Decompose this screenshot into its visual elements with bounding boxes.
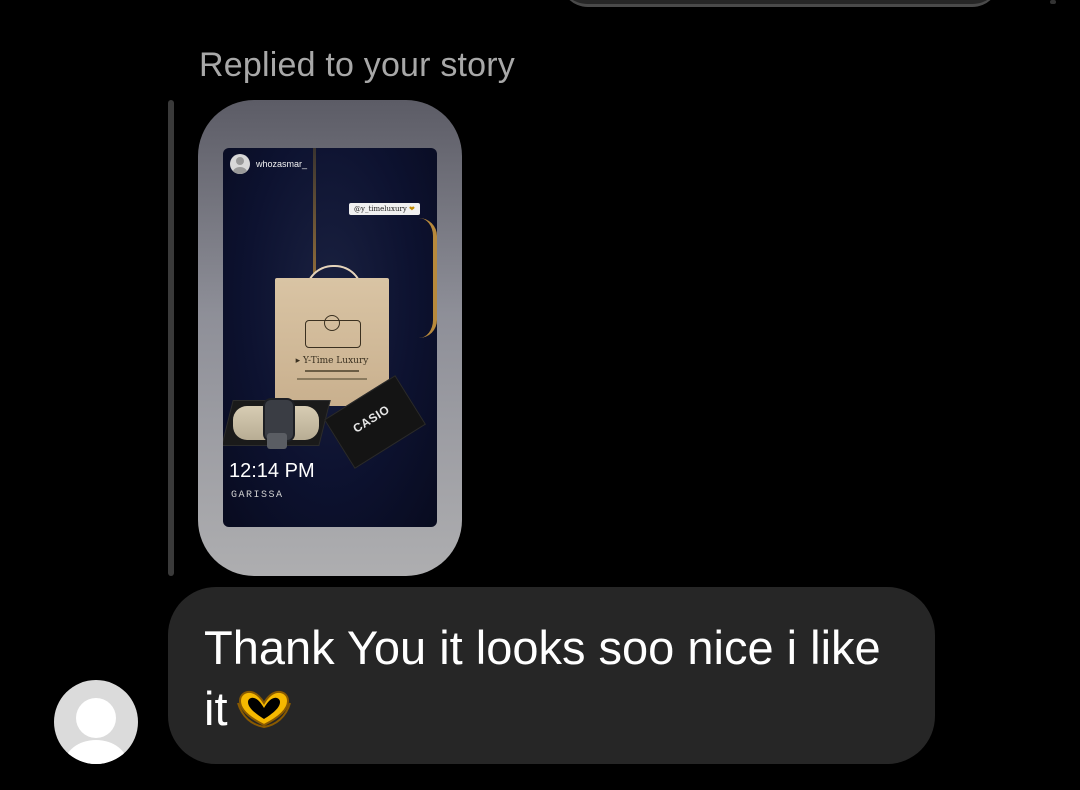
dm-thread: Replied to your story whozasmar_ @y_time… (0, 0, 1080, 790)
heart-hands-small-icon: ❤ (409, 205, 415, 213)
avatar-head (76, 698, 116, 738)
shopping-bag: ▸ Y-Time Luxury (275, 278, 389, 406)
scroll-indicator (1050, 0, 1056, 4)
mention-text: @y_timeluxury (354, 205, 407, 213)
message-text: Thank You it looks soo nice i like it (204, 621, 881, 735)
story-reply-label: Replied to your story (199, 46, 516, 84)
story-username: whozasmar_ (256, 159, 308, 169)
avatar-body (64, 740, 128, 764)
story-preview[interactable]: whozasmar_ @y_timeluxury ❤ ▸ Y-Time Luxu… (198, 100, 462, 576)
watch-band (267, 433, 287, 449)
bag-tagline (305, 370, 359, 372)
story-header: whozasmar_ (230, 154, 307, 174)
message-bubble[interactable]: Thank You it looks soo nice i like it (168, 587, 935, 764)
story-avatar-icon (230, 154, 250, 174)
sender-avatar[interactable] (54, 680, 138, 764)
story-image: whozasmar_ @y_timeluxury ❤ ▸ Y-Time Luxu… (223, 148, 437, 527)
watch-logo-icon (305, 315, 361, 348)
previous-message-bubble[interactable] (560, 0, 1000, 7)
lamp-pole (313, 148, 316, 273)
story-time-sticker: 12:14 PM (229, 460, 315, 482)
story-location: GARISSA (231, 490, 284, 501)
heart-hands-icon (236, 690, 291, 729)
bag-social-line (297, 378, 367, 380)
lamp-curve (419, 218, 437, 338)
bag-brand-text: ▸ Y-Time Luxury (295, 356, 369, 366)
reply-quote-bar (168, 100, 174, 576)
story-mention-sticker: @y_timeluxury ❤ (349, 203, 420, 215)
